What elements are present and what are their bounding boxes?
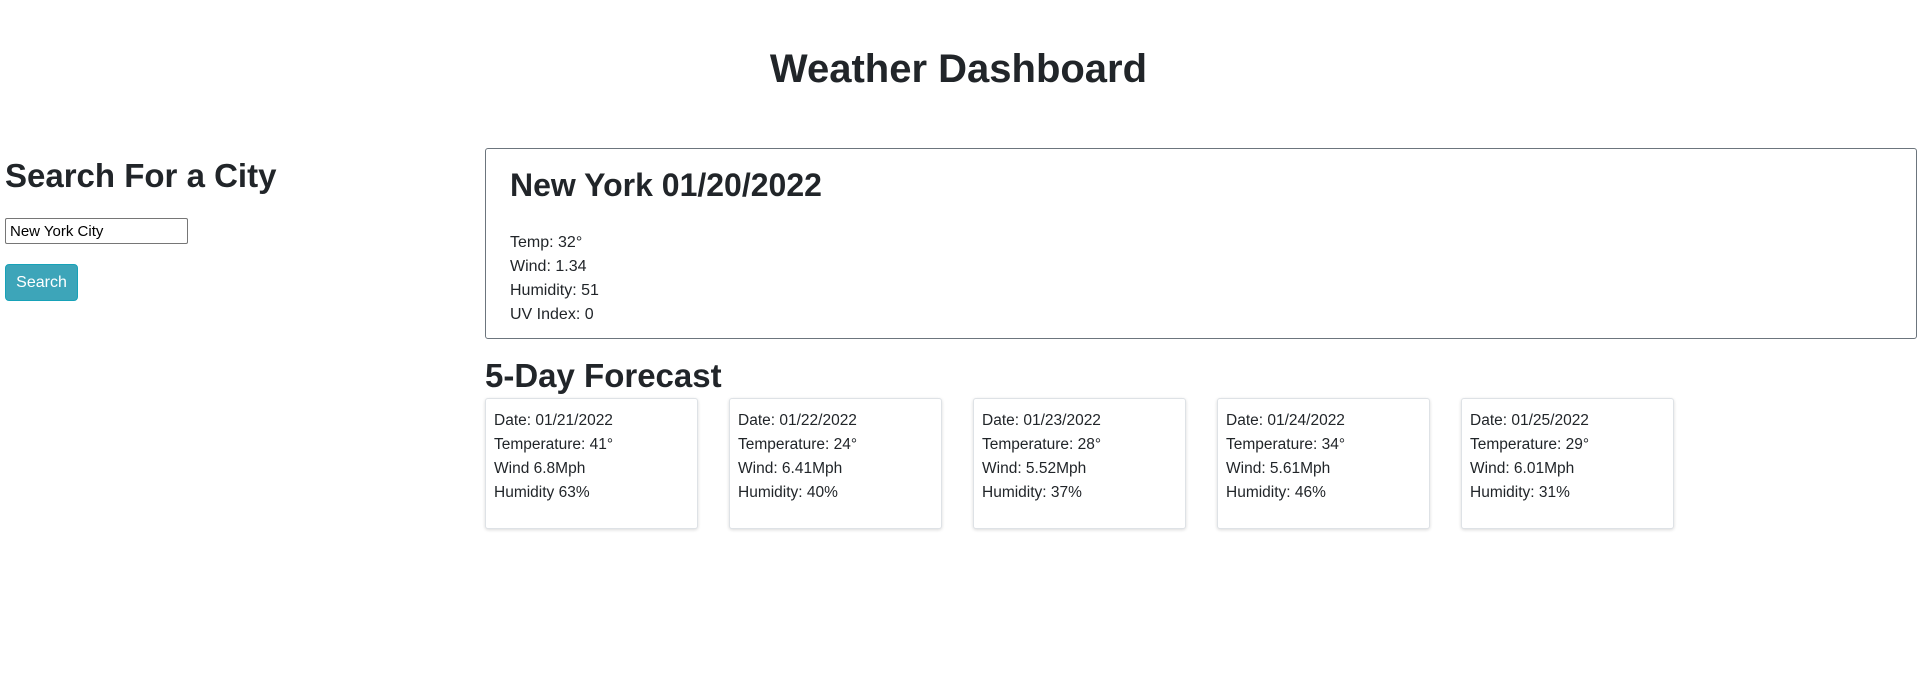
forecast-heading: 5-Day Forecast [485,357,722,394]
forecast-wind: Wind: 5.61Mph [1226,460,1331,477]
forecast-temperature: Temperature: 24° [738,436,858,453]
current-weather-card: New York 01/20/2022 Temp: 32° Wind: 1.34… [485,148,1917,339]
current-humidity: Humidity: 51 [510,282,599,299]
city-search-input[interactable] [5,218,188,244]
forecast-humidity: Humidity: 40% [738,484,838,501]
current-city-date: New York 01/20/2022 [510,167,822,203]
search-heading: Search For a City [5,157,277,194]
forecast-humidity: Humidity: 46% [1226,484,1326,501]
page-title: Weather Dashboard [769,47,1148,91]
forecast-card: Date: 01/25/2022 Temperature: 29° Wind: … [1461,398,1674,529]
forecast-humidity: Humidity 63% [494,484,590,501]
forecast-card: Date: 01/23/2022 Temperature: 28° Wind: … [973,398,1186,529]
forecast-date: Date: 01/21/2022 [494,412,613,429]
forecast-temperature: Temperature: 34° [1226,436,1346,453]
forecast-temperature: Temperature: 28° [982,436,1102,453]
forecast-temperature: Temperature: 41° [494,436,614,453]
forecast-card: Date: 01/22/2022 Temperature: 24° Wind: … [729,398,942,529]
forecast-date: Date: 01/25/2022 [1470,412,1589,429]
forecast-wind: Wind 6.8Mph [494,460,586,477]
forecast-wind: Wind: 5.52Mph [982,460,1087,477]
forecast-card: Date: 01/24/2022 Temperature: 34° Wind: … [1217,398,1430,529]
current-wind: Wind: 1.34 [510,258,587,275]
search-button[interactable]: Search [5,264,78,301]
forecast-humidity: Humidity: 37% [982,484,1082,501]
forecast-date: Date: 01/24/2022 [1226,412,1345,429]
forecast-date: Date: 01/23/2022 [982,412,1101,429]
forecast-wind: Wind: 6.41Mph [738,460,843,477]
search-panel: Search For a City Search [5,156,435,301]
forecast-wind: Wind: 6.01Mph [1470,460,1575,477]
forecast-card: Date: 01/21/2022 Temperature: 41° Wind 6… [485,398,698,529]
current-uv-index: UV Index: 0 [510,306,594,323]
forecast-date: Date: 01/22/2022 [738,412,857,429]
current-temp: Temp: 32° [510,234,583,251]
forecast-temperature: Temperature: 29° [1470,436,1590,453]
forecast-humidity: Humidity: 31% [1470,484,1570,501]
